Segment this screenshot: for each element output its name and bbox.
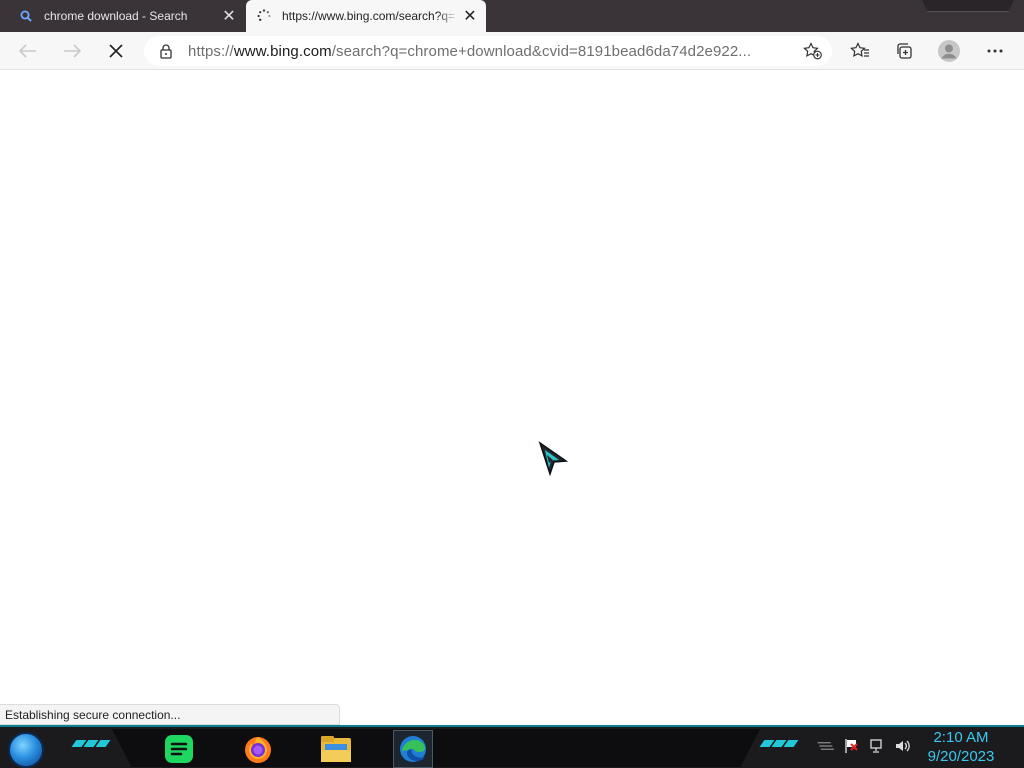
tab-title: chrome download - Search [44,9,188,23]
taskbar-decoration-right [759,740,799,747]
lock-icon[interactable] [158,43,174,59]
back-button[interactable] [13,36,43,66]
profile-button[interactable] [934,36,964,66]
show-hidden-icons-button[interactable] [816,737,834,755]
arrow-right-icon [64,44,81,58]
system-tray [816,737,912,755]
sheets-app-icon [165,735,193,763]
tab-strip: chrome download - Search ✕ https://www.b… [0,0,1024,32]
taskbar-decoration-left [71,740,111,747]
clock-time: 2:10 AM [933,729,989,746]
tab-title: https://www.bing.com/search?q= [282,9,456,23]
loading-spinner-icon [256,8,272,24]
stop-loading-button[interactable] [101,36,131,66]
search-icon [18,8,34,24]
stack-lines-icon [817,742,834,750]
action-center-flag-icon[interactable] [842,737,860,755]
favorites-button[interactable] [845,36,875,66]
start-button[interactable] [8,732,44,768]
address-bar[interactable]: https://www.bing.com/search?q=chrome+dow… [144,36,832,66]
close-icon[interactable]: ✕ [458,4,482,28]
taskbar: 2:10 AM 9/20/2023 [0,725,1024,768]
mouse-cursor-icon [538,441,568,477]
close-icon[interactable]: ✕ [217,4,241,28]
browser-toolbar: https://www.bing.com/search?q=chrome+dow… [0,32,1024,70]
tab-search[interactable]: chrome download - Search ✕ [8,0,245,32]
collections-button[interactable] [889,36,919,66]
taskbar-firefox[interactable] [238,730,278,768]
page-content [0,71,1024,725]
add-favorite-button[interactable] [798,36,828,66]
clock-date: 9/20/2023 [927,748,995,765]
url-path: /search?q=chrome+download&cvid=8191bead6… [331,42,752,60]
firefox-icon [245,737,271,763]
tab-bing-loading[interactable]: https://www.bing.com/search?q= ✕ [246,0,486,32]
url-host: www.bing.com [233,42,332,60]
volume-icon[interactable] [894,737,912,755]
forward-button[interactable] [57,36,87,66]
taskbar-file-explorer[interactable] [316,730,356,768]
tabstrip-decoration [922,0,1014,12]
taskbar-clock[interactable]: 2:10 AM 9/20/2023 [916,728,1006,766]
taskbar-sheets-app[interactable] [159,730,199,768]
settings-more-button[interactable] [980,36,1010,66]
taskbar-center-panel [112,729,760,767]
file-explorer-icon [321,736,351,762]
url-scheme: https:// [188,42,234,60]
edge-icon [400,736,426,762]
taskbar-edge[interactable] [393,730,433,768]
star-plus-icon [803,42,822,60]
network-icon[interactable] [868,737,886,755]
arrow-left-icon [19,44,36,58]
favorites-list-icon [850,42,869,58]
close-icon [109,44,123,58]
url-text[interactable]: https://www.bing.com/search?q=chrome+dow… [188,43,798,60]
more-horizontal-icon [987,49,1003,53]
avatar-icon [938,40,960,62]
collections-icon [897,43,912,59]
status-bubble: Establishing secure connection... [0,704,340,725]
